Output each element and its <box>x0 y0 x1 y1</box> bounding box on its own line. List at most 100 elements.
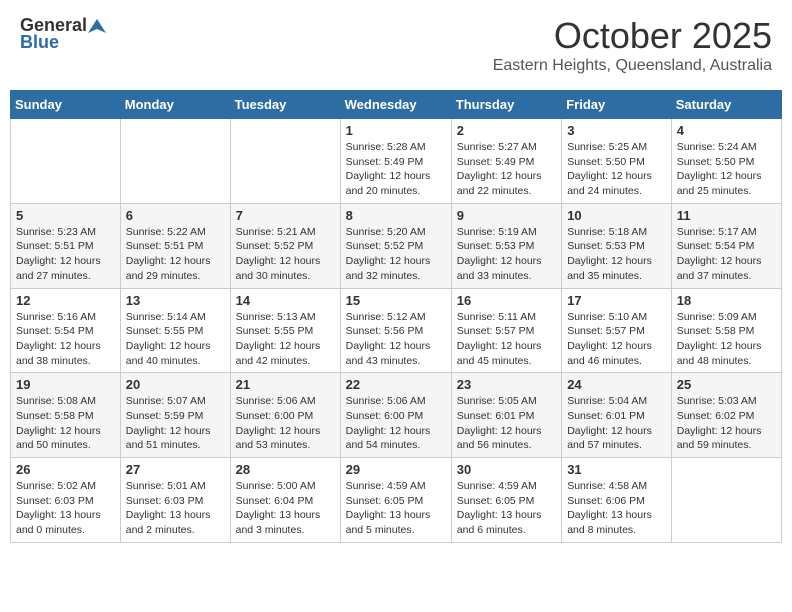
day-number: 1 <box>346 123 446 138</box>
day-info: Sunrise: 5:04 AM Sunset: 6:01 PM Dayligh… <box>567 394 666 453</box>
day-number: 18 <box>677 293 776 308</box>
day-number: 6 <box>126 208 225 223</box>
weekday-header-monday: Monday <box>120 91 230 119</box>
calendar-cell <box>230 119 340 204</box>
location-title: Eastern Heights, Queensland, Australia <box>493 57 772 75</box>
day-number: 26 <box>16 462 115 477</box>
day-info: Sunrise: 5:25 AM Sunset: 5:50 PM Dayligh… <box>567 140 666 199</box>
calendar-cell: 24 Sunrise: 5:04 AM Sunset: 6:01 PM Dayli… <box>562 373 672 458</box>
weekday-header-tuesday: Tuesday <box>230 91 340 119</box>
calendar-cell: 18 Sunrise: 5:09 AM Sunset: 5:58 PM Dayli… <box>671 288 781 373</box>
calendar-cell: 6 Sunrise: 5:22 AM Sunset: 5:51 PM Daylig… <box>120 203 230 288</box>
day-info: Sunrise: 4:58 AM Sunset: 6:06 PM Dayligh… <box>567 479 666 538</box>
calendar-cell: 29 Sunrise: 4:59 AM Sunset: 6:05 PM Dayli… <box>340 458 451 543</box>
day-number: 11 <box>677 208 776 223</box>
day-info: Sunrise: 5:28 AM Sunset: 5:49 PM Dayligh… <box>346 140 446 199</box>
day-info: Sunrise: 5:10 AM Sunset: 5:57 PM Dayligh… <box>567 310 666 369</box>
calendar-cell: 1 Sunrise: 5:28 AM Sunset: 5:49 PM Daylig… <box>340 119 451 204</box>
calendar-week-5: 26 Sunrise: 5:02 AM Sunset: 6:03 PM Dayli… <box>11 458 782 543</box>
calendar-cell: 11 Sunrise: 5:17 AM Sunset: 5:54 PM Dayli… <box>671 203 781 288</box>
weekday-header-thursday: Thursday <box>451 91 561 119</box>
day-number: 30 <box>457 462 556 477</box>
day-info: Sunrise: 5:01 AM Sunset: 6:03 PM Dayligh… <box>126 479 225 538</box>
calendar-cell: 21Sunrise: 5:06 AM Sunset: 6:00 PM Dayli… <box>230 373 340 458</box>
day-info: Sunrise: 5:03 AM Sunset: 6:02 PM Dayligh… <box>677 394 776 453</box>
day-info: Sunrise: 5:23 AM Sunset: 5:51 PM Dayligh… <box>16 225 115 284</box>
day-number: 3 <box>567 123 666 138</box>
day-number: 2 <box>457 123 556 138</box>
calendar-week-3: 12Sunrise: 5:16 AM Sunset: 5:54 PM Dayli… <box>11 288 782 373</box>
calendar-cell: 23 Sunrise: 5:05 AM Sunset: 6:01 PM Dayli… <box>451 373 561 458</box>
calendar-cell: 13 Sunrise: 5:14 AM Sunset: 5:55 PM Dayli… <box>120 288 230 373</box>
calendar-cell: 12Sunrise: 5:16 AM Sunset: 5:54 PM Dayli… <box>11 288 121 373</box>
day-number: 5 <box>16 208 115 223</box>
calendar-cell <box>120 119 230 204</box>
calendar-cell: 20Sunrise: 5:07 AM Sunset: 5:59 PM Dayli… <box>120 373 230 458</box>
day-info: Sunrise: 5:16 AM Sunset: 5:54 PM Dayligh… <box>16 310 115 369</box>
day-info: Sunrise: 5:12 AM Sunset: 5:56 PM Dayligh… <box>346 310 446 369</box>
day-number: 10 <box>567 208 666 223</box>
weekday-header-wednesday: Wednesday <box>340 91 451 119</box>
day-info: Sunrise: 5:24 AM Sunset: 5:50 PM Dayligh… <box>677 140 776 199</box>
calendar-cell: 22 Sunrise: 5:06 AM Sunset: 6:00 PM Dayli… <box>340 373 451 458</box>
calendar-week-4: 19Sunrise: 5:08 AM Sunset: 5:58 PM Dayli… <box>11 373 782 458</box>
calendar-cell <box>11 119 121 204</box>
day-number: 24 <box>567 377 666 392</box>
calendar-week-2: 5 Sunrise: 5:23 AM Sunset: 5:51 PM Daylig… <box>11 203 782 288</box>
logo: General Blue <box>20 15 106 53</box>
day-info: Sunrise: 5:22 AM Sunset: 5:51 PM Dayligh… <box>126 225 225 284</box>
calendar-cell: 27 Sunrise: 5:01 AM Sunset: 6:03 PM Dayli… <box>120 458 230 543</box>
day-number: 31 <box>567 462 666 477</box>
day-number: 13 <box>126 293 225 308</box>
weekday-header-friday: Friday <box>562 91 672 119</box>
calendar-cell: 30 Sunrise: 4:59 AM Sunset: 6:05 PM Dayli… <box>451 458 561 543</box>
calendar-cell: 10 Sunrise: 5:18 AM Sunset: 5:53 PM Dayli… <box>562 203 672 288</box>
day-number: 4 <box>677 123 776 138</box>
calendar-cell: 31 Sunrise: 4:58 AM Sunset: 6:06 PM Dayli… <box>562 458 672 543</box>
day-info: Sunrise: 5:06 AM Sunset: 6:00 PM Dayligh… <box>346 394 446 453</box>
day-info: Sunrise: 5:18 AM Sunset: 5:53 PM Dayligh… <box>567 225 666 284</box>
weekday-header-row: SundayMondayTuesdayWednesdayThursdayFrid… <box>11 91 782 119</box>
day-info: Sunrise: 5:09 AM Sunset: 5:58 PM Dayligh… <box>677 310 776 369</box>
day-info: Sunrise: 5:11 AM Sunset: 5:57 PM Dayligh… <box>457 310 556 369</box>
title-block: October 2025 Eastern Heights, Queensland… <box>493 15 772 75</box>
day-info: Sunrise: 5:13 AM Sunset: 5:55 PM Dayligh… <box>236 310 335 369</box>
calendar-cell: 25 Sunrise: 5:03 AM Sunset: 6:02 PM Dayli… <box>671 373 781 458</box>
calendar-cell: 4 Sunrise: 5:24 AM Sunset: 5:50 PM Daylig… <box>671 119 781 204</box>
day-number: 25 <box>677 377 776 392</box>
calendar-cell: 28 Sunrise: 5:00 AM Sunset: 6:04 PM Dayli… <box>230 458 340 543</box>
day-info: Sunrise: 5:07 AM Sunset: 5:59 PM Dayligh… <box>126 394 225 453</box>
day-info: Sunrise: 5:21 AM Sunset: 5:52 PM Dayligh… <box>236 225 335 284</box>
day-info: Sunrise: 5:19 AM Sunset: 5:53 PM Dayligh… <box>457 225 556 284</box>
calendar-cell: 19Sunrise: 5:08 AM Sunset: 5:58 PM Dayli… <box>11 373 121 458</box>
day-info: Sunrise: 5:05 AM Sunset: 6:01 PM Dayligh… <box>457 394 556 453</box>
calendar-cell: 17 Sunrise: 5:10 AM Sunset: 5:57 PM Dayli… <box>562 288 672 373</box>
day-number: 17 <box>567 293 666 308</box>
day-info: Sunrise: 5:06 AM Sunset: 6:00 PM Dayligh… <box>236 394 335 453</box>
calendar-cell: 7 Sunrise: 5:21 AM Sunset: 5:52 PM Daylig… <box>230 203 340 288</box>
day-number: 14 <box>236 293 335 308</box>
day-number: 7 <box>236 208 335 223</box>
day-number: 28 <box>236 462 335 477</box>
calendar-table: SundayMondayTuesdayWednesdayThursdayFrid… <box>10 90 782 543</box>
day-number: 27 <box>126 462 225 477</box>
day-info: Sunrise: 4:59 AM Sunset: 6:05 PM Dayligh… <box>457 479 556 538</box>
day-number: 29 <box>346 462 446 477</box>
logo-bird-icon <box>88 17 106 35</box>
day-number: 22 <box>346 377 446 392</box>
calendar-cell: 15 Sunrise: 5:12 AM Sunset: 5:56 PM Dayli… <box>340 288 451 373</box>
calendar-cell: 3 Sunrise: 5:25 AM Sunset: 5:50 PM Daylig… <box>562 119 672 204</box>
month-title: October 2025 <box>493 15 772 57</box>
calendar-cell: 14 Sunrise: 5:13 AM Sunset: 5:55 PM Dayli… <box>230 288 340 373</box>
calendar-cell: 26 Sunrise: 5:02 AM Sunset: 6:03 PM Dayli… <box>11 458 121 543</box>
day-number: 15 <box>346 293 446 308</box>
page-header: General Blue October 2025 Eastern Height… <box>10 10 782 80</box>
day-info: Sunrise: 5:02 AM Sunset: 6:03 PM Dayligh… <box>16 479 115 538</box>
day-number: 9 <box>457 208 556 223</box>
day-info: Sunrise: 5:14 AM Sunset: 5:55 PM Dayligh… <box>126 310 225 369</box>
day-info: Sunrise: 5:17 AM Sunset: 5:54 PM Dayligh… <box>677 225 776 284</box>
day-info: Sunrise: 5:00 AM Sunset: 6:04 PM Dayligh… <box>236 479 335 538</box>
day-number: 23 <box>457 377 556 392</box>
day-number: 19 <box>16 377 115 392</box>
day-info: Sunrise: 4:59 AM Sunset: 6:05 PM Dayligh… <box>346 479 446 538</box>
